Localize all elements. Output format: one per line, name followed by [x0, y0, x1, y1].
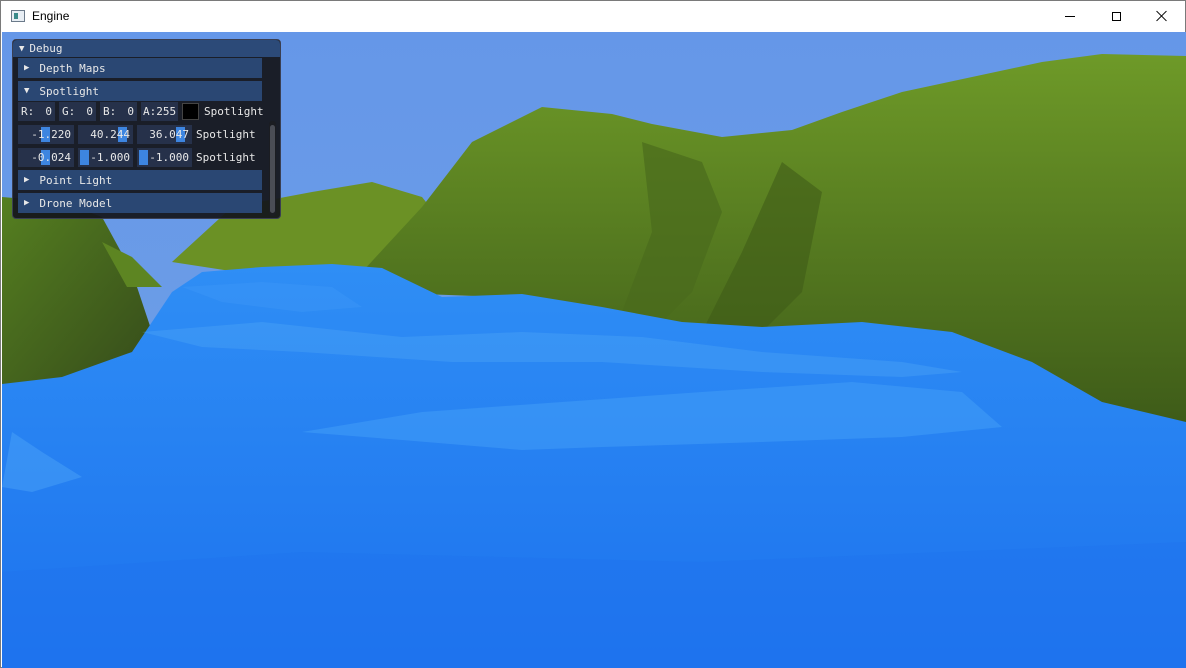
spotlight-direction-row: -0.024 -1.000 -1.000 Spotlight	[18, 147, 256, 167]
g-value: 0	[86, 104, 93, 118]
minimize-icon	[1065, 15, 1075, 17]
close-icon	[1156, 10, 1168, 22]
debug-scrollbar[interactable]	[269, 121, 276, 216]
collapse-arrow-icon: ▼	[24, 86, 30, 96]
expand-arrow-icon: ▶	[24, 198, 30, 208]
color-a-field[interactable]: A: 255	[141, 101, 178, 121]
r-value: 0	[45, 104, 52, 118]
section-depth-maps[interactable]: ▶ Depth Maps	[18, 58, 262, 78]
slider-grab[interactable]	[80, 149, 89, 165]
spotlight-color-row: R: 0 G: 0 B: 0 A: 255 Spotlight	[18, 101, 264, 121]
g-label: G:	[62, 104, 76, 118]
section-label: Drone Model	[39, 196, 113, 210]
window-controls	[1047, 1, 1185, 31]
b-value: 0	[127, 104, 134, 118]
position-y-slider[interactable]: 40.244	[78, 124, 133, 144]
color-g-field[interactable]: G: 0	[59, 101, 96, 121]
r-label: R:	[21, 104, 35, 118]
maximize-icon	[1111, 11, 1121, 21]
debug-panel-header[interactable]: ▼ Debug	[13, 40, 280, 57]
direction-x-slider[interactable]: -0.024	[18, 147, 74, 167]
minimize-button[interactable]	[1047, 1, 1093, 31]
section-drone-model[interactable]: ▶ Drone Model	[18, 193, 262, 213]
position-z-slider[interactable]: 36.047	[137, 124, 192, 144]
debug-panel-title: Debug	[29, 42, 63, 55]
section-label: Point Light	[39, 173, 113, 187]
collapse-arrow-icon: ▼	[19, 43, 25, 54]
slider-grab[interactable]	[139, 149, 148, 165]
expand-arrow-icon: ▶	[24, 63, 30, 73]
spotlight-position-label: Spotlight	[196, 127, 256, 141]
position-x-value: -1.220	[31, 127, 71, 141]
title-bar[interactable]: Engine	[1, 1, 1185, 31]
water-wave	[2, 542, 1186, 668]
direction-z-value: -1.000	[149, 150, 189, 164]
spotlight-position-row: -1.220 40.244 36.047 Spotlight	[18, 124, 256, 144]
section-point-light[interactable]: ▶ Point Light	[18, 170, 262, 190]
maximize-button[interactable]	[1093, 1, 1139, 31]
color-swatch[interactable]	[182, 102, 199, 120]
engine-window: Engine ▼ Debug ▶ Depth Maps ▼ Spotlight …	[0, 0, 1186, 668]
position-z-value: 36.047	[149, 127, 189, 141]
color-r-field[interactable]: R: 0	[18, 101, 55, 121]
a-value: 255	[156, 104, 177, 118]
debug-panel[interactable]: ▼ Debug ▶ Depth Maps ▼ Spotlight R: 0 G:…	[12, 39, 281, 219]
section-spotlight[interactable]: ▼ Spotlight	[18, 81, 262, 101]
window-title: Engine	[32, 9, 70, 23]
app-window-icon	[11, 10, 25, 22]
expand-arrow-icon: ▶	[24, 175, 30, 185]
section-label: Depth Maps	[39, 61, 106, 75]
color-b-field[interactable]: B: 0	[100, 101, 137, 121]
section-label: Spotlight	[39, 84, 100, 98]
position-y-value: 40.244	[90, 127, 130, 141]
direction-y-slider[interactable]: -1.000	[78, 147, 133, 167]
position-x-slider[interactable]: -1.220	[18, 124, 74, 144]
direction-y-value: -1.000	[90, 150, 130, 164]
a-label: A:	[143, 104, 157, 118]
scrollbar-thumb[interactable]	[270, 125, 275, 213]
direction-z-slider[interactable]: -1.000	[137, 147, 192, 167]
spotlight-color-label: Spotlight	[204, 104, 264, 118]
direction-x-value: -0.024	[31, 150, 71, 164]
close-button[interactable]	[1139, 1, 1185, 31]
spotlight-direction-label: Spotlight	[196, 150, 256, 164]
b-label: B:	[103, 104, 117, 118]
